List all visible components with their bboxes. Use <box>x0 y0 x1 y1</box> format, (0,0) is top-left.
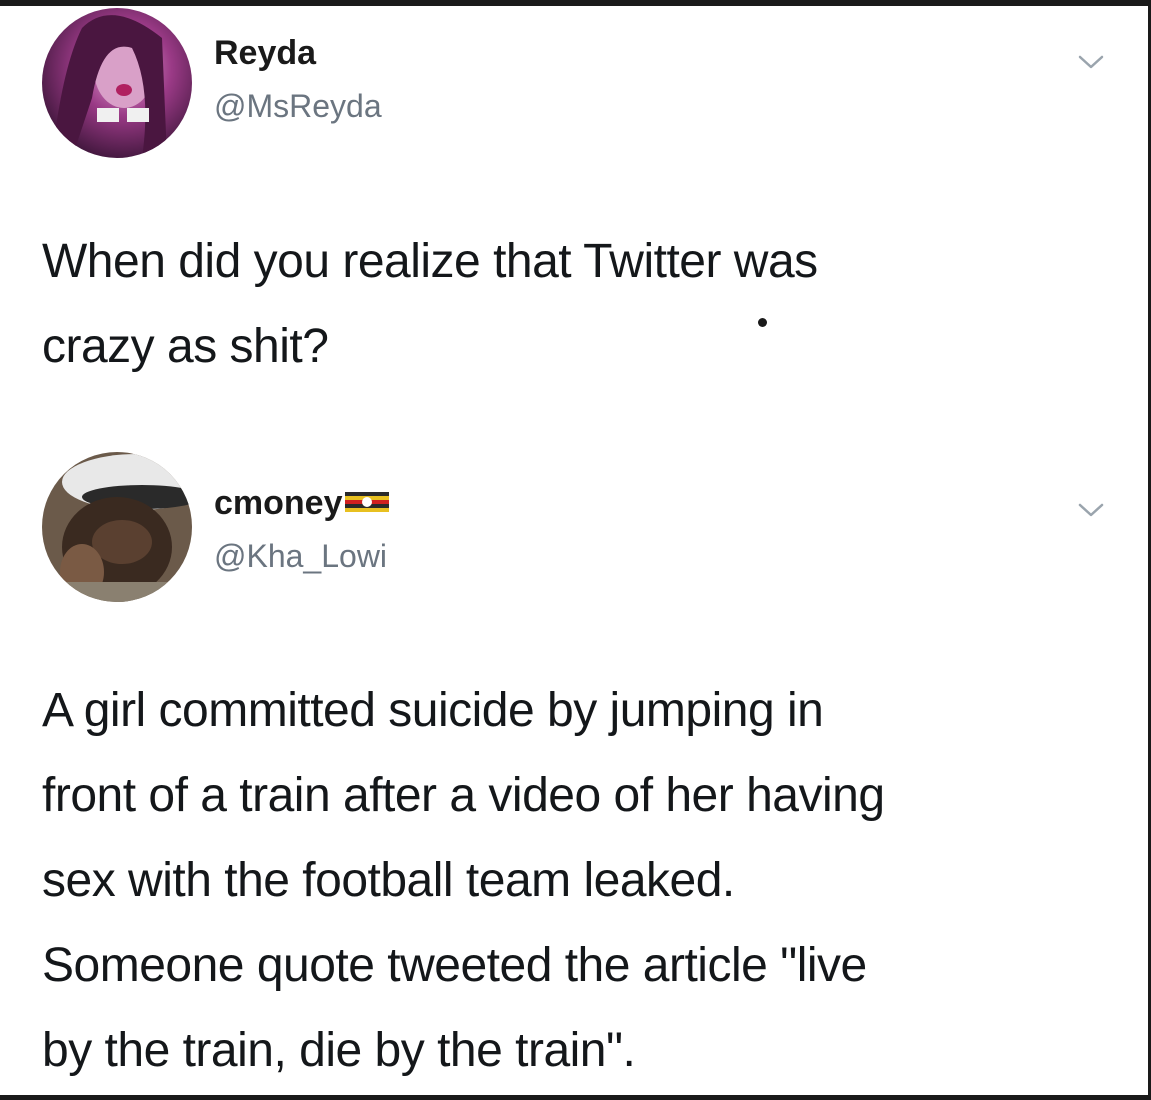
tweet-text-line: by the train, die by the train". <box>42 1024 636 1077</box>
tweet-text-line: When did you realize that Twitter was <box>42 235 818 288</box>
display-name-text: cmoney <box>214 484 343 522</box>
user-handle[interactable]: @MsReyda <box>214 88 382 125</box>
tweet-text-line: Someone quote tweeted the article "live <box>42 939 867 992</box>
tweet-text-line: sex with the football team leaked. <box>42 854 735 907</box>
flag-icon <box>344 492 389 512</box>
speck <box>758 318 767 327</box>
chevron-down-icon[interactable] <box>1077 52 1105 72</box>
tweet-text-line: front of a train after a video of her ha… <box>42 769 885 822</box>
chevron-down-icon[interactable] <box>1077 500 1105 520</box>
tweet-text-line: crazy as shit? <box>42 320 329 373</box>
avatar[interactable] <box>42 8 192 158</box>
tweet-text: A girl committed suicide by jumping in f… <box>42 668 1102 1093</box>
avatar-image <box>42 452 192 602</box>
display-name[interactable]: Reyda <box>214 34 316 73</box>
avatar-image <box>42 8 192 158</box>
avatar[interactable] <box>42 452 192 602</box>
tweet-text-line: A girl committed suicide by jumping in <box>42 684 824 737</box>
display-name[interactable]: cmoney <box>214 484 389 523</box>
user-handle[interactable]: @Kha_Lowi <box>214 538 387 575</box>
tweet-cmoney: cmoney @Kha_Lowi A girl committed suicid… <box>0 440 1151 1100</box>
tweet-text: When did you realize that Twitter was cr… <box>42 219 1102 389</box>
tweet-reyda: Reyda @MsReyda When did you realize that… <box>0 0 1151 400</box>
